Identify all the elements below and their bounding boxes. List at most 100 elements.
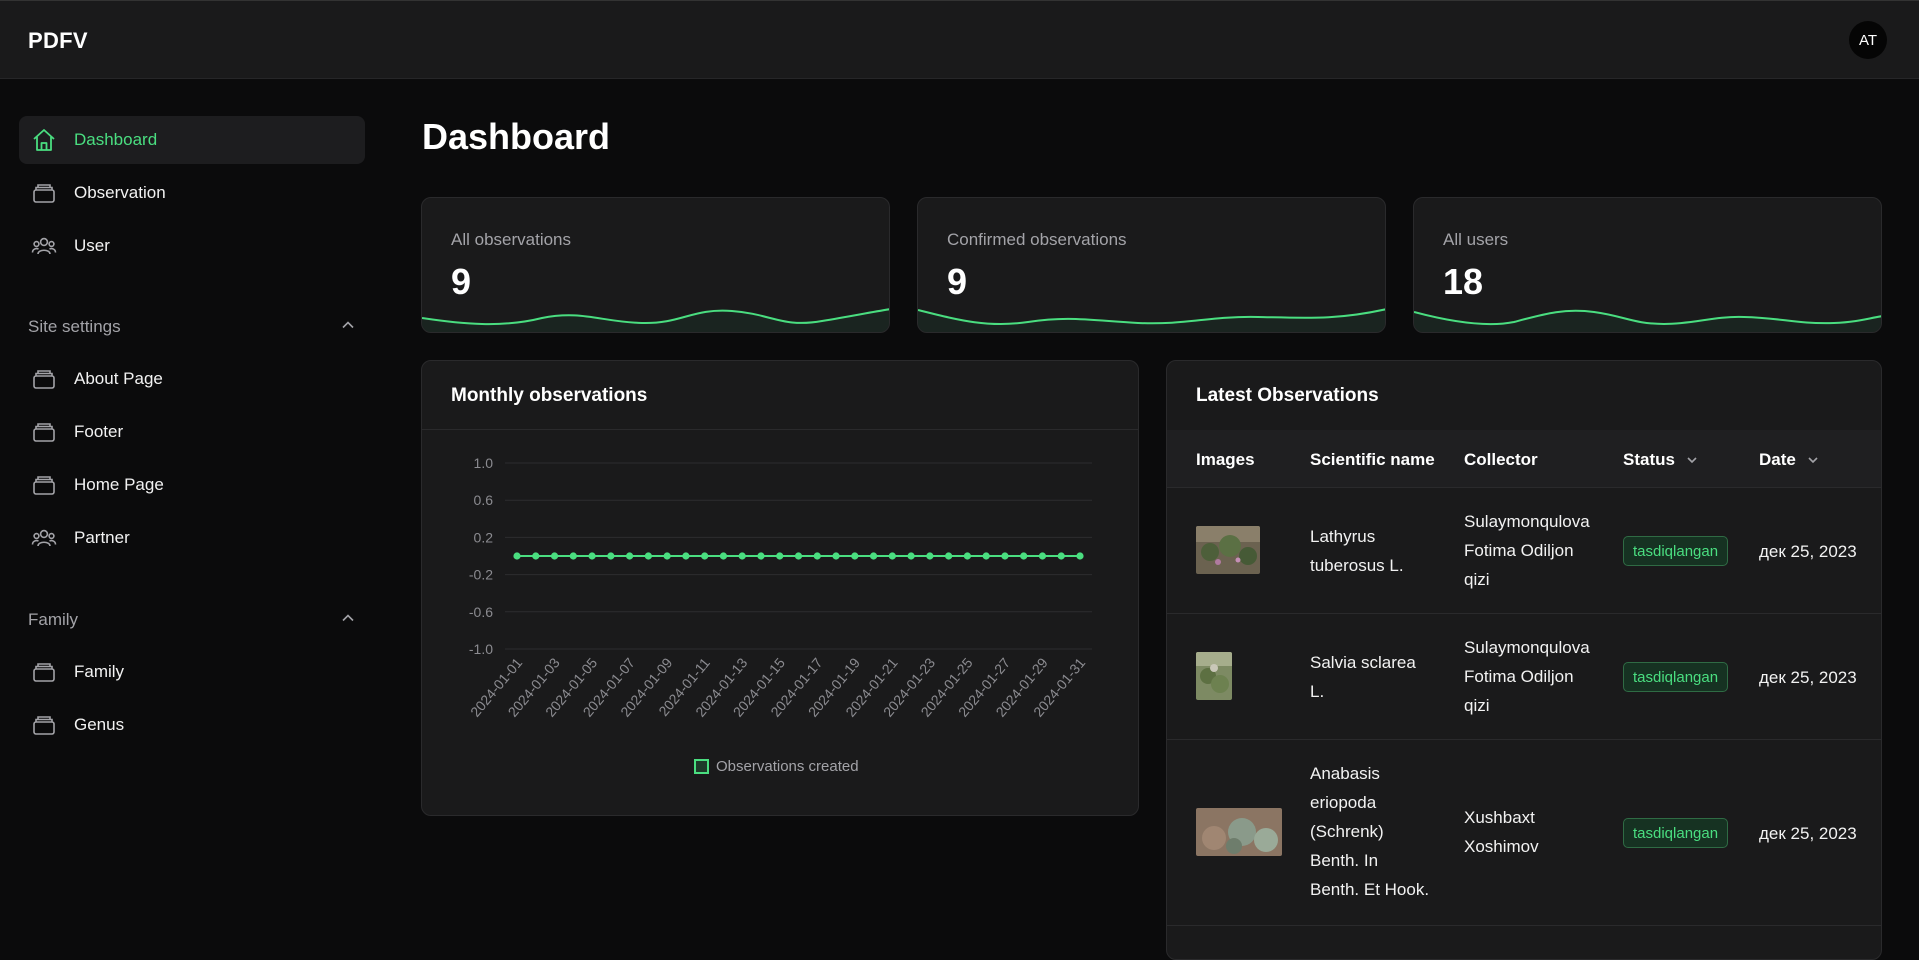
data-point bbox=[1057, 552, 1065, 560]
data-point bbox=[832, 552, 840, 560]
collector-name: Xushbaxt Xoshimov bbox=[1464, 808, 1539, 856]
user-avatar[interactable]: AT bbox=[1849, 21, 1887, 59]
stat-value: 9 bbox=[947, 261, 968, 302]
table-row[interactable]: Lathyrus tuberosus L. Sulaymonqulova Fotim… bbox=[1167, 488, 1881, 614]
column-header-date[interactable]: Date bbox=[1759, 450, 1820, 470]
stat-value: 9 bbox=[451, 261, 472, 302]
stat-value: 18 bbox=[1443, 261, 1484, 302]
data-point bbox=[869, 552, 878, 560]
sidebar-item-label: Footer bbox=[74, 422, 124, 441]
brand-logo[interactable]: PDFV bbox=[28, 28, 88, 54]
scientific-name[interactable]: Salvia sclarea L. bbox=[1310, 648, 1416, 706]
data-point bbox=[926, 552, 934, 560]
data-point bbox=[701, 552, 709, 560]
scientific-name[interactable]: Lathyrus tuberosus L. bbox=[1310, 522, 1404, 580]
column-header-status[interactable]: Status bbox=[1623, 450, 1699, 470]
status-badge: tasdiqlangan bbox=[1623, 662, 1729, 692]
sidebar-item-user[interactable]: User bbox=[19, 222, 365, 270]
chevron-down-icon bbox=[1808, 457, 1818, 464]
sidebar-item-home-page[interactable]: Home Page bbox=[19, 461, 365, 509]
data-point bbox=[738, 552, 746, 560]
scientific-name[interactable]: Anabasis eriopoda (Schrenk) Benth. In Benth.… bbox=[1310, 759, 1429, 904]
legend-label: Observations created bbox=[716, 758, 859, 775]
stat-card-all-users: All users 18 bbox=[1413, 197, 1882, 333]
sidebar-item-label: About Page bbox=[74, 369, 163, 388]
sidebar-item-label: Genus bbox=[74, 715, 125, 734]
sidebar-item-dashboard[interactable]: Dashboard bbox=[19, 116, 365, 164]
monthly-observations-card: Monthly observations 1.0 0.6 0.2 -0.2 -0.6 -1… bbox=[421, 360, 1139, 816]
sidebar-item-observation[interactable]: Observation bbox=[19, 169, 365, 217]
data-point bbox=[1020, 552, 1028, 560]
observation-date: дек 25, 2023 bbox=[1759, 668, 1857, 687]
chart-legend[interactable]: Observations created bbox=[694, 758, 859, 775]
y-tick-label: 1.0 bbox=[474, 455, 494, 471]
divider bbox=[422, 429, 1138, 430]
sidebar-item-about-page[interactable]: About Page bbox=[19, 355, 365, 403]
y-tick-label: -0.2 bbox=[469, 567, 493, 583]
observation-date: дек 25, 2023 bbox=[1759, 824, 1857, 843]
observation-thumbnail[interactable] bbox=[1196, 652, 1232, 700]
data-point bbox=[513, 552, 521, 560]
data-point bbox=[719, 552, 728, 560]
sidebar-item-footer[interactable]: Footer bbox=[19, 408, 365, 456]
y-tick-label: 0.6 bbox=[474, 492, 494, 508]
stack-icon bbox=[31, 366, 57, 392]
card-title: Monthly observations bbox=[451, 385, 648, 406]
column-header-collector: Collector bbox=[1464, 450, 1538, 469]
collector-name: Sulaymonqulova Fotima Odiljon qizi bbox=[1464, 638, 1590, 715]
data-point bbox=[757, 552, 765, 560]
stat-label: All users bbox=[1443, 230, 1509, 249]
data-point bbox=[794, 552, 803, 560]
stack-icon bbox=[31, 712, 57, 738]
sparkline bbox=[918, 308, 1385, 332]
stack-icon bbox=[31, 180, 57, 206]
page-title: Dashboard bbox=[422, 116, 611, 157]
data-point bbox=[682, 552, 690, 560]
sparkline bbox=[422, 308, 889, 332]
legend-swatch bbox=[694, 759, 709, 774]
stat-card-all-observations: All observations 9 bbox=[421, 197, 890, 333]
stat-label: All observations bbox=[451, 230, 572, 249]
collector-name: Sulaymonqulova Fotima Odiljon qizi bbox=[1464, 512, 1590, 589]
sidebar-item-family[interactable]: Family bbox=[19, 648, 365, 696]
monthly-observations-chart: 1.00.60.2-0.2-0.6-1.02024-01-012024-01-0… bbox=[467, 455, 1092, 720]
table-header: Images Scientific name Collector Status … bbox=[1167, 430, 1881, 488]
data-point bbox=[982, 552, 990, 560]
column-header-scientific-name: Scientific name bbox=[1310, 450, 1435, 469]
sidebar: Dashboard Observation User Site settings… bbox=[0, 80, 385, 932]
observation-thumbnail[interactable] bbox=[1196, 526, 1260, 574]
data-point bbox=[626, 552, 634, 560]
section-family[interactable]: Family bbox=[28, 605, 356, 635]
sidebar-item-label: User bbox=[74, 236, 110, 255]
sidebar-item-genus[interactable]: Genus bbox=[19, 701, 365, 749]
section-title: Site settings bbox=[28, 317, 121, 336]
stat-label: Confirmed observations bbox=[947, 230, 1127, 249]
table-row[interactable]: Anabasis eriopoda (Schrenk) Benth. In Benth.… bbox=[1167, 740, 1881, 926]
stack-icon bbox=[31, 659, 57, 685]
latest-observations-card: Latest Observations Images Scientific na… bbox=[1166, 360, 1882, 960]
column-header-images: Images bbox=[1196, 450, 1255, 469]
section-site-settings[interactable]: Site settings bbox=[28, 312, 356, 342]
data-point bbox=[907, 552, 915, 560]
data-point bbox=[1001, 552, 1009, 560]
stat-card-confirmed-observations: Confirmed observations 9 bbox=[917, 197, 1386, 333]
chevron-down-icon bbox=[1687, 457, 1697, 464]
sidebar-item-partner[interactable]: Partner bbox=[19, 514, 365, 562]
sidebar-item-label: Partner bbox=[74, 528, 130, 547]
data-point bbox=[945, 552, 953, 560]
home-icon bbox=[31, 127, 57, 153]
data-point bbox=[532, 552, 540, 560]
observation-thumbnail[interactable] bbox=[1196, 808, 1282, 856]
chevron-up-icon bbox=[340, 317, 356, 338]
table-row[interactable]: Salvia sclarea L. Sulaymonqulova Fotima Od… bbox=[1167, 614, 1881, 740]
status-badge: tasdiqlangan bbox=[1623, 536, 1729, 566]
data-point bbox=[1076, 552, 1084, 560]
observation-date: дек 25, 2023 bbox=[1759, 542, 1857, 561]
users-icon bbox=[31, 525, 57, 551]
data-point bbox=[776, 552, 784, 560]
data-point bbox=[588, 552, 596, 560]
sidebar-item-label: Dashboard bbox=[74, 130, 158, 149]
y-tick-label: -1.0 bbox=[469, 641, 493, 657]
sparkline bbox=[1414, 309, 1881, 332]
users-icon bbox=[31, 233, 57, 259]
